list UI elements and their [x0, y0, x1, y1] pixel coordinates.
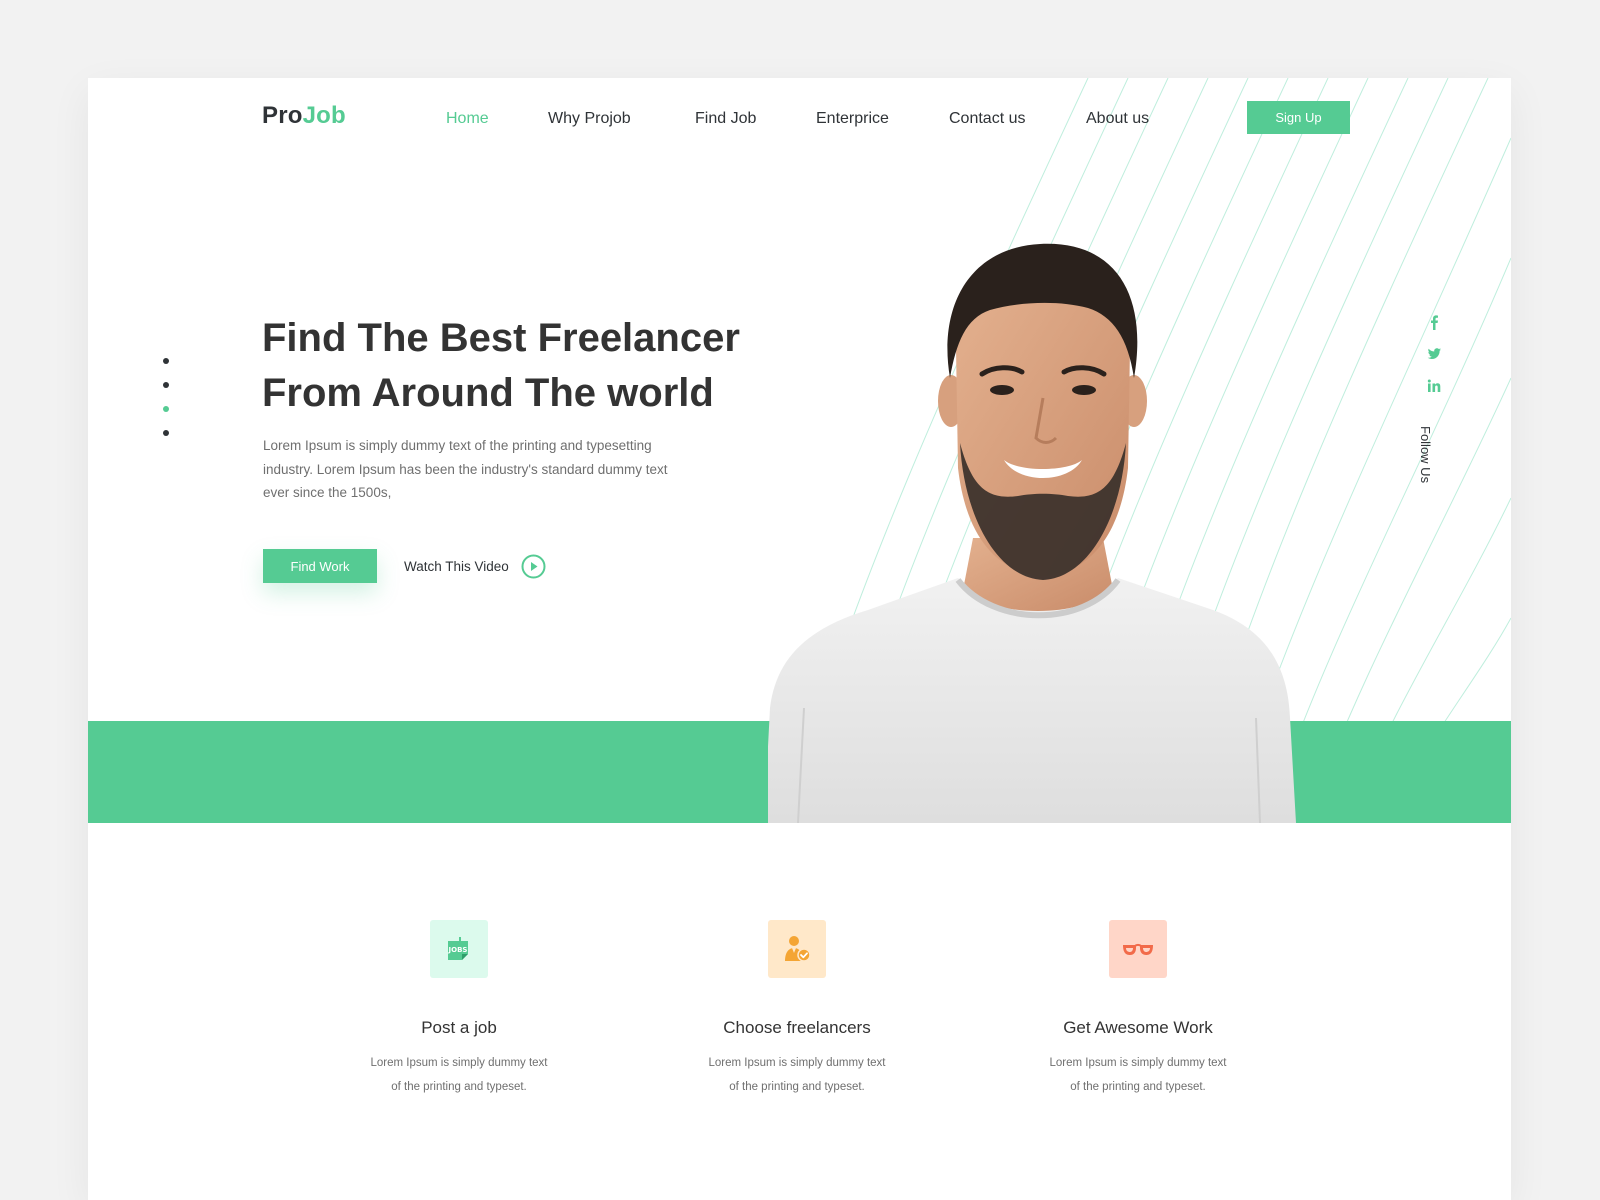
feature-desc-line1: Lorem Ipsum is simply dummy text [708, 1057, 886, 1069]
slider-dot-4[interactable] [163, 430, 169, 436]
svg-text:JOBS: JOBS [448, 946, 468, 954]
smiling-man-photo [768, 243, 1296, 823]
feature-description: Lorem Ipsum is simply dummy text of the … [1038, 1052, 1238, 1099]
social-links [1422, 314, 1446, 410]
nav-find-job[interactable]: Find Job [695, 110, 756, 128]
features-section: JOBS Post a job Lorem Ipsum is simply du… [88, 920, 1511, 1120]
feature-desc-line1: Lorem Ipsum is simply dummy text [370, 1057, 548, 1069]
brand-logo-part2: Job [302, 102, 346, 129]
jobs-icon: JOBS [448, 937, 468, 960]
feature-desc-line1: Lorem Ipsum is simply dummy text [1049, 1057, 1227, 1069]
feature-icon-box [768, 920, 826, 978]
follow-us-label: Follow Us [1418, 426, 1433, 484]
facebook-icon[interactable] [1426, 314, 1442, 330]
hero-title-line1: Find The Best Freelancer [262, 316, 740, 360]
slider-dot-1[interactable] [163, 358, 169, 364]
feature-title: Choose freelancers [723, 1018, 871, 1037]
feature-icon-box [1109, 920, 1167, 978]
nav-contact-us[interactable]: Contact us [949, 110, 1025, 128]
hero-title-line2: From Around The world [262, 371, 714, 415]
hero-title: Find The Best Freelancer From Around The… [262, 311, 822, 421]
landing-page: ProJob Home Why Projob Find Job Enterpri… [88, 78, 1511, 1200]
nav-about-us[interactable]: About us [1086, 110, 1149, 128]
feature-post-job: JOBS Post a job Lorem Ipsum is simply du… [339, 920, 579, 1099]
twitter-icon[interactable] [1426, 346, 1442, 362]
sign-up-button[interactable]: Sign Up [1247, 101, 1350, 134]
feature-icon-box: JOBS [430, 920, 488, 978]
feature-title: Get Awesome Work [1063, 1018, 1213, 1037]
feature-desc-line2: of the printing and typeset. [1070, 1080, 1206, 1093]
nav-enterprice[interactable]: Enterprice [816, 110, 889, 128]
linkedin-icon[interactable] [1426, 378, 1442, 394]
feature-get-awesome-work: Get Awesome Work Lorem Ipsum is simply d… [1018, 920, 1258, 1099]
hero-description: Lorem Ipsum is simply dummy text of the … [263, 438, 668, 500]
freelancer-check-icon [785, 936, 811, 962]
feature-desc-line2: of the printing and typeset. [391, 1080, 527, 1093]
find-work-button[interactable]: Find Work [263, 549, 377, 583]
slider-dot-2[interactable] [163, 382, 169, 388]
brand-logo-part1: Pro [262, 102, 303, 129]
slider-dot-3-active[interactable] [163, 406, 169, 412]
watch-video-label: Watch This Video [404, 559, 509, 574]
feature-choose-freelancers: Choose freelancers Lorem Ipsum is simply… [677, 920, 917, 1099]
hero-slider-dots [163, 358, 169, 454]
feature-title: Post a job [421, 1018, 497, 1037]
feature-desc-line2: of the printing and typeset. [729, 1080, 865, 1093]
brand-logo[interactable]: ProJob [262, 102, 346, 130]
play-circle-icon[interactable] [521, 554, 546, 579]
glasses-icon [1123, 943, 1153, 955]
watch-video-link[interactable]: Watch This Video [404, 554, 546, 579]
feature-description: Lorem Ipsum is simply dummy text of the … [697, 1052, 897, 1099]
feature-description: Lorem Ipsum is simply dummy text of the … [359, 1052, 559, 1099]
nav-home[interactable]: Home [446, 110, 489, 128]
nav-why-projob[interactable]: Why Projob [548, 110, 631, 128]
